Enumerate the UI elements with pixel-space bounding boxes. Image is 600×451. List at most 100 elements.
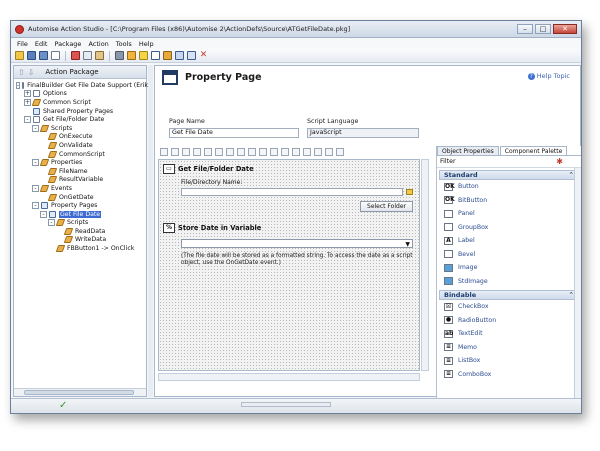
tree-node[interactable]: ResultVariable — [16, 176, 146, 185]
tree-node[interactable]: + Common Script — [16, 98, 146, 107]
tree-node[interactable]: - Property Pages — [16, 201, 146, 210]
space-horizontal-icon[interactable] — [270, 147, 278, 156]
tree-node[interactable]: ReadData — [16, 227, 146, 236]
space-vertical-icon[interactable] — [281, 147, 289, 156]
bring-front-icon[interactable] — [325, 147, 333, 156]
move-icon[interactable] — [204, 147, 212, 156]
tab-component-palette[interactable]: Component Palette — [499, 146, 568, 155]
new-document-icon[interactable] — [51, 51, 60, 60]
menu-edit[interactable]: Edit — [35, 40, 48, 48]
expander-icon[interactable]: - — [32, 202, 39, 210]
send-back-icon[interactable] — [336, 147, 344, 156]
tree-node[interactable]: - FinalBuilder Get File Date Support (Eri… — [16, 81, 148, 90]
cut-icon[interactable] — [71, 51, 80, 60]
filter-row[interactable]: Filter ✱ — [437, 156, 581, 168]
variable-select[interactable]: ▼ — [181, 239, 413, 248]
save-icon[interactable] — [27, 51, 36, 60]
palette-item-bitbutton[interactable]: OK BitButton — [437, 194, 581, 208]
lightning-icon[interactable] — [139, 51, 148, 60]
design-canvas[interactable]: ▭ Get File/Folder Date File/Directory Na… — [158, 159, 420, 371]
tree-node[interactable]: - Events — [16, 184, 146, 193]
expander-icon[interactable]: - — [48, 219, 55, 227]
palette-item-memo[interactable]: ≡ Memo — [437, 341, 581, 355]
palette-item-bevel[interactable]: Bevel — [437, 248, 581, 262]
align-bottom-icon[interactable] — [237, 147, 245, 156]
palette-item-checkbox[interactable]: ☒ CheckBox — [437, 300, 581, 314]
palette-category-standard[interactable]: Standard ⌃ — [439, 170, 579, 180]
form-icon[interactable] — [175, 51, 184, 60]
tree-node[interactable]: FileName — [16, 167, 146, 176]
align-top-icon[interactable] — [226, 147, 234, 156]
palette-item-panel[interactable]: Panel — [437, 207, 581, 221]
align-right-icon[interactable] — [171, 147, 179, 156]
expander-icon[interactable]: - — [16, 81, 21, 89]
tree-node[interactable]: FBButton1 -> OnClick — [16, 244, 146, 253]
panel-splitter[interactable] — [148, 65, 153, 397]
menu-file[interactable]: File — [17, 40, 28, 48]
tree-node[interactable]: Shared Property Pages — [16, 107, 146, 116]
tree-node[interactable]: WriteData — [16, 236, 146, 245]
tree-node[interactable]: CommonScript — [16, 150, 146, 159]
tree-node[interactable]: OnValidate — [16, 141, 146, 150]
palette-category-bindable[interactable]: Bindable ⌃ — [439, 290, 579, 300]
nav-up-icon[interactable]: ⇧ — [18, 68, 25, 77]
delete-icon[interactable]: ✕ — [199, 51, 208, 60]
canvas-horizontal-scrollbar[interactable] — [158, 373, 420, 381]
select-folder-button[interactable]: Select Folder — [360, 201, 413, 212]
script-language-input[interactable]: JavaScript — [307, 128, 419, 138]
tree-node[interactable]: - Properties — [16, 158, 146, 167]
canvas-vertical-scrollbar[interactable] — [421, 159, 429, 371]
palette-item-stdimage[interactable]: StdImage — [437, 275, 581, 289]
tree-node[interactable]: - Get File Date — [16, 210, 146, 219]
minimize-button[interactable]: – — [517, 24, 533, 34]
menu-action[interactable]: Action — [88, 40, 108, 48]
palette-vertical-scrollbar[interactable] — [574, 168, 581, 398]
menu-tools[interactable]: Tools — [116, 40, 132, 48]
expander-icon[interactable]: + — [24, 98, 31, 106]
palette-item-image[interactable]: Image — [437, 261, 581, 275]
tree-node[interactable]: OnGetDate — [16, 193, 146, 202]
package-tree[interactable]: - FinalBuilder Get File Date Support (Eri… — [14, 79, 148, 253]
palette-item-textedit[interactable]: ab TextEdit — [437, 327, 581, 341]
group-store-date[interactable]: % Store Date in Variable — [163, 223, 261, 233]
maximize-button[interactable]: □ — [535, 24, 551, 34]
table-icon[interactable] — [193, 147, 201, 156]
palette-item-label[interactable]: A Label — [437, 234, 581, 248]
expander-icon[interactable]: - — [32, 184, 39, 192]
same-width-icon[interactable] — [292, 147, 300, 156]
close-button[interactable]: ✕ — [553, 24, 577, 34]
expander-icon[interactable]: - — [24, 116, 31, 124]
grid-icon[interactable] — [187, 51, 196, 60]
menu-help[interactable]: Help — [139, 40, 154, 48]
tree-node[interactable]: - Get File/Folder Date — [16, 115, 146, 124]
script-icon[interactable] — [127, 51, 136, 60]
paste-icon[interactable] — [95, 51, 104, 60]
palette-item-combobox[interactable]: ≡ ComboBox — [437, 368, 581, 382]
tree-node[interactable]: OnExecute — [16, 133, 146, 142]
palette-item-button[interactable]: OK Button — [437, 180, 581, 194]
expander-icon[interactable]: - — [32, 124, 39, 132]
resize-handle[interactable] — [241, 402, 331, 407]
copy-icon[interactable] — [83, 51, 92, 60]
snap-icon[interactable] — [215, 147, 223, 156]
tree-node[interactable]: + Options — [16, 90, 146, 99]
palette-item-groupbox[interactable]: GroupBox — [437, 221, 581, 235]
align-center-icon[interactable] — [248, 147, 256, 156]
palette-item-radiobutton[interactable]: ● RadioButton — [437, 314, 581, 328]
menu-package[interactable]: Package — [54, 40, 81, 48]
tree-node[interactable]: - Scripts — [16, 124, 146, 133]
align-middle-icon[interactable] — [259, 147, 267, 156]
build-icon[interactable] — [115, 51, 124, 60]
same-size-icon[interactable] — [314, 147, 322, 156]
same-height-icon[interactable] — [303, 147, 311, 156]
open-folder-icon[interactable] — [15, 51, 24, 60]
palette-item-listbox[interactable]: ≡ ListBox — [437, 354, 581, 368]
scrollbar-thumb[interactable] — [24, 390, 134, 395]
expander-icon[interactable]: + — [24, 90, 31, 98]
expander-icon[interactable]: - — [40, 210, 47, 218]
pin-icon[interactable]: ✱ — [556, 157, 563, 166]
edit-script-icon[interactable] — [163, 51, 172, 60]
group-get-file-date[interactable]: ▭ Get File/Folder Date — [163, 164, 254, 174]
file-dir-input[interactable] — [181, 188, 403, 196]
align-left-icon[interactable] — [160, 147, 168, 156]
